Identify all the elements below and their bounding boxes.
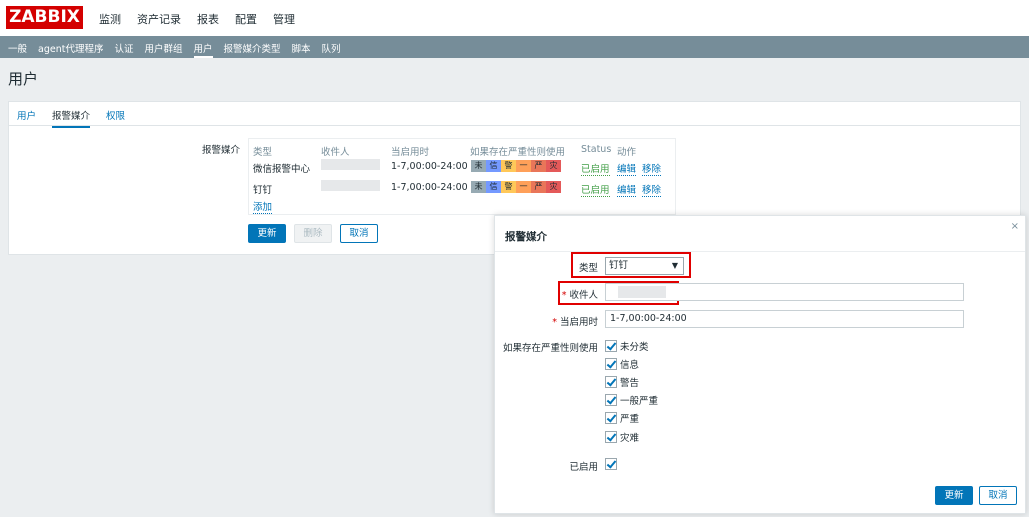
when-active-label: * 当启用时 [552, 317, 598, 328]
severity-option-label: 警告 [620, 378, 640, 389]
main-nav-monitoring[interactable]: 监测 [99, 11, 121, 27]
row1-edit-link[interactable]: 编辑 [617, 161, 637, 176]
col-recipient: 收件人 [321, 147, 350, 158]
page-title: 用户 [8, 70, 39, 88]
sub-nav-general[interactable]: 一般 [8, 41, 27, 58]
row2-remove-link[interactable]: 移除 [642, 182, 662, 197]
sev-badge: 一 [516, 160, 531, 172]
dialog-update-button[interactable]: 更新 [935, 486, 973, 505]
sev-badge: 严 [531, 160, 546, 172]
main-nav-administration[interactable]: 管理 [273, 11, 295, 27]
sub-nav-bar: 一般 agent代理程序 认证 用户群组 用户 报警媒介类型 脚本 队列 [0, 36, 1029, 58]
severity-option-label: 信息 [620, 360, 640, 371]
when-active-input[interactable]: 1-7,00:00-24:00 [605, 310, 964, 328]
recipient-input[interactable] [605, 283, 964, 301]
sub-nav-authentication[interactable]: 认证 [114, 41, 133, 58]
sev-badge: 信 [486, 181, 501, 193]
sub-nav-proxies[interactable]: agent代理程序 [38, 41, 103, 58]
checkbox-checked-icon[interactable] [605, 412, 617, 424]
row1-remove-link[interactable]: 移除 [642, 161, 662, 176]
severity-not-classified[interactable]: 未分类 [605, 339, 649, 353]
col-type: 类型 [253, 147, 273, 158]
dropdown-arrow-icon: ▼ [671, 261, 678, 270]
sub-nav-queue[interactable]: 队列 [322, 41, 341, 58]
sub-nav-scripts[interactable]: 脚本 [292, 41, 311, 58]
severity-label: 如果存在严重性则使用 [502, 343, 598, 354]
severity-disaster[interactable]: 灾难 [605, 430, 639, 444]
top-header: ZABBIX 监测 资产记录 报表 配置 管理 [0, 0, 1029, 36]
media-dialog: 报警媒介 × 类型 钉钉 ▼ * 收件人 * 当启用时 1-7,00:00-24:0… [494, 215, 1026, 514]
enabled-label: 已启用 [569, 462, 598, 473]
sev-badge: 警 [501, 160, 516, 172]
sev-badge: 严 [531, 181, 546, 193]
tab-media[interactable]: 报警媒介 [52, 108, 91, 128]
when-active-label-text: 当启用时 [559, 317, 598, 328]
col-when-active: 当启用时 [391, 147, 430, 158]
type-label: 类型 [578, 263, 598, 274]
type-select-value: 钉钉 [609, 260, 629, 271]
row2-recipient-redacted [321, 180, 380, 191]
main-nav-reports[interactable]: 报表 [197, 11, 219, 27]
update-button[interactable]: 更新 [248, 224, 286, 243]
enabled-checkbox-row[interactable] [605, 458, 620, 470]
delete-button[interactable]: 删除 [294, 224, 332, 243]
sub-nav: 一般 agent代理程序 认证 用户群组 用户 报警媒介类型 脚本 队列 [8, 41, 352, 58]
cancel-button[interactable]: 取消 [340, 224, 378, 243]
checkbox-checked-icon[interactable] [605, 431, 617, 443]
checkbox-checked-icon[interactable] [605, 394, 617, 406]
row2-type: 钉钉 [253, 185, 273, 196]
sev-badge: 灾 [546, 181, 561, 193]
tab-permissions[interactable]: 权限 [106, 108, 125, 122]
main-nav-configuration[interactable]: 配置 [235, 11, 257, 27]
row1-type: 微信报警中心 [253, 164, 311, 175]
row2-severity-badges: 未 信 警 一 严 灾 [471, 181, 561, 193]
close-icon[interactable]: × [1011, 221, 1019, 232]
row2-status-enabled[interactable]: 已启用 [581, 182, 610, 197]
checkbox-checked-icon[interactable] [605, 376, 617, 388]
recipient-label: * 收件人 [561, 290, 598, 301]
type-select[interactable]: 钉钉 ▼ [605, 257, 684, 275]
col-action: 动作 [617, 147, 637, 158]
sub-nav-media-types[interactable]: 报警媒介类型 [224, 41, 281, 58]
severity-high[interactable]: 严重 [605, 411, 639, 425]
sev-badge: 信 [486, 160, 501, 172]
severity-option-label: 灾难 [620, 433, 640, 444]
row1-recipient-redacted [321, 159, 380, 170]
severity-warning[interactable]: 警告 [605, 375, 639, 389]
recipient-label-text: 收件人 [569, 290, 598, 301]
severity-option-label: 一般严重 [620, 396, 659, 407]
main-nav: 监测 资产记录 报表 配置 管理 [99, 11, 311, 27]
sub-nav-users[interactable]: 用户 [193, 41, 213, 58]
checkbox-checked-icon[interactable] [605, 340, 617, 352]
row1-status-enabled[interactable]: 已启用 [581, 161, 610, 176]
severity-information[interactable]: 信息 [605, 357, 639, 371]
severity-option-label: 严重 [620, 414, 640, 425]
tab-bar: 用户 报警媒介 权限 [9, 102, 1020, 128]
col-status: Status [581, 144, 612, 155]
col-severity: 如果存在严重性则使用 [470, 147, 566, 158]
severity-option-label: 未分类 [620, 342, 649, 353]
severity-average[interactable]: 一般严重 [605, 393, 658, 407]
sub-nav-user-groups[interactable]: 用户群组 [144, 41, 182, 58]
row2-when-active: 1-7,00:00-24:00 [391, 182, 468, 193]
sev-badge: 未 [471, 181, 486, 193]
sev-badge: 未 [471, 160, 486, 172]
recipient-redacted [618, 286, 666, 298]
zabbix-logo[interactable]: ZABBIX [6, 6, 83, 29]
row1-severity-badges: 未 信 警 一 严 灾 [471, 160, 561, 172]
sev-badge: 一 [516, 181, 531, 193]
sev-badge: 灾 [546, 160, 561, 172]
main-nav-inventory[interactable]: 资产记录 [137, 11, 181, 27]
checkbox-checked-icon[interactable] [605, 358, 617, 370]
tab-user[interactable]: 用户 [17, 108, 36, 122]
row2-edit-link[interactable]: 编辑 [617, 182, 637, 197]
sev-badge: 警 [501, 181, 516, 193]
dialog-title: 报警媒介 [505, 231, 547, 243]
media-table: 类型 收件人 当启用时 如果存在严重性则使用 Status 动作 微信报警中心 … [248, 138, 676, 215]
checkbox-checked-icon[interactable] [605, 458, 617, 470]
dialog-cancel-button[interactable]: 取消 [979, 486, 1017, 505]
media-label: 报警媒介 [202, 145, 241, 156]
add-media-link[interactable]: 添加 [253, 199, 273, 214]
row1-when-active: 1-7,00:00-24:00 [391, 161, 468, 172]
